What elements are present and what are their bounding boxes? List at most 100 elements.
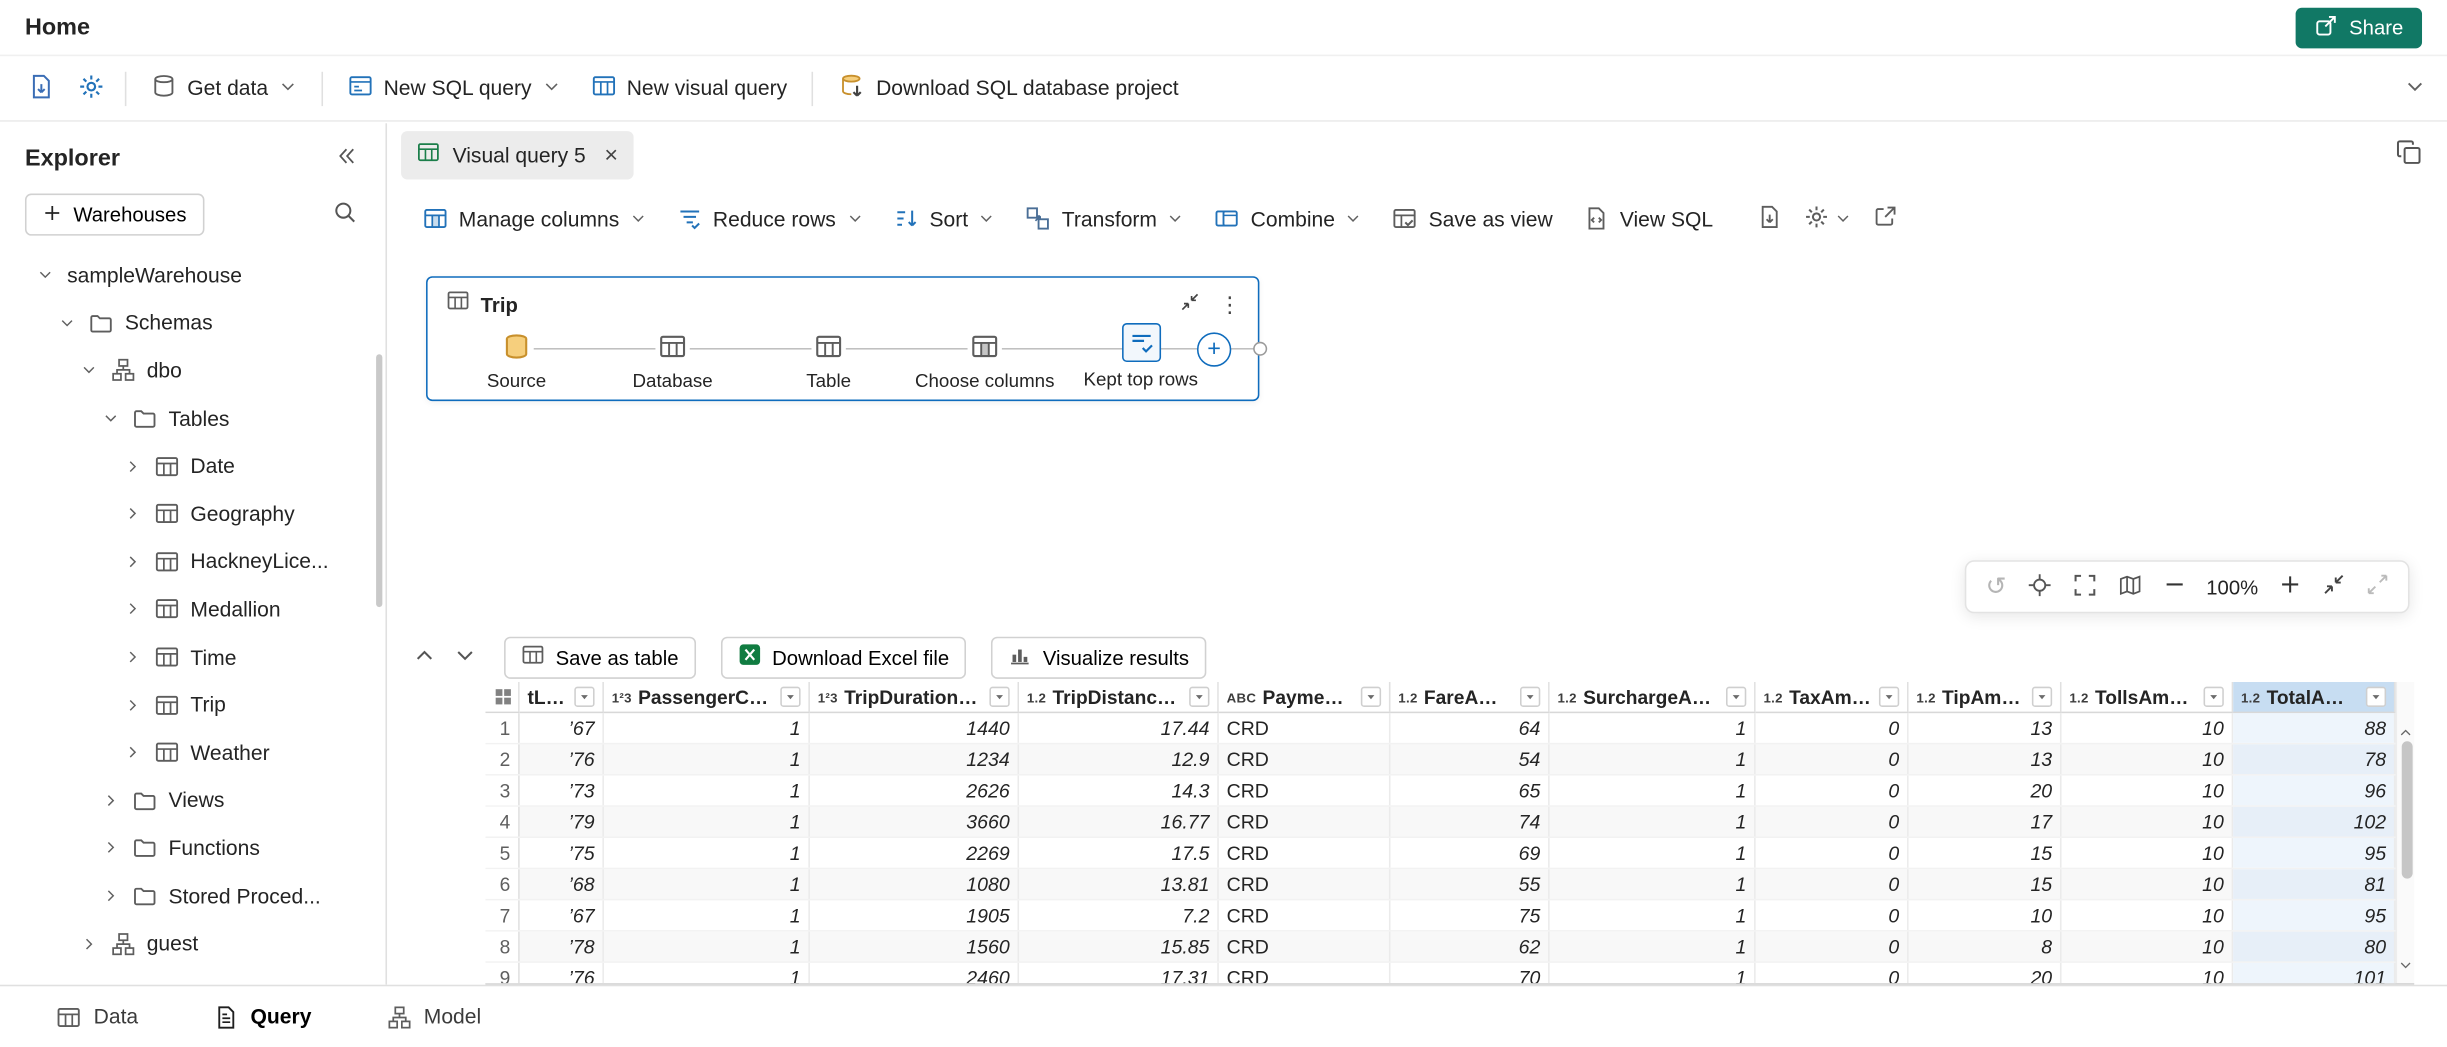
chevron-right-icon[interactable] <box>103 888 122 904</box>
column-header-tipamount[interactable]: 1.2TipAmount <box>1909 682 2062 713</box>
collapse-explorer-button[interactable] <box>332 142 360 175</box>
chevron-right-icon[interactable] <box>125 602 144 618</box>
manage-columns-button[interactable]: Manage columns <box>407 194 661 244</box>
visualize-results-button[interactable]: Visualize results <box>991 636 1206 678</box>
center-canvas-button[interactable] <box>2027 572 2052 602</box>
tree-item-medallion[interactable]: Medallion <box>0 585 385 633</box>
query-canvas[interactable]: Trip ⋮ SourceDatabaseTableChoose columns… <box>389 251 2447 632</box>
expand-canvas-button[interactable] <box>2366 573 2389 601</box>
tree-item-geography[interactable]: Geography <box>0 490 385 538</box>
step-choose-columns[interactable]: Choose columns <box>907 329 1063 391</box>
share-button[interactable]: Share <box>2296 7 2422 48</box>
tree-item-tables[interactable]: Tables <box>0 394 385 442</box>
column-header-passengercount[interactable]: 1²3PassengerCount <box>604 682 810 713</box>
tree-item-stored-proced[interactable]: Stored Proced... <box>0 872 385 920</box>
tree-item-hackneylice[interactable]: HackneyLice... <box>0 538 385 586</box>
scroll-down-arrow[interactable] <box>2397 952 2414 980</box>
chevron-down-icon[interactable] <box>37 267 56 283</box>
tree-item-dbo[interactable]: dbo <box>0 347 385 395</box>
download-sql-project-button[interactable]: Download SQL database project <box>823 63 1194 113</box>
chevron-right-icon[interactable] <box>125 506 144 522</box>
zoom-in-button[interactable] <box>2278 573 2301 601</box>
select-all-cell[interactable] <box>485 682 519 713</box>
download-excel-button[interactable]: Download Excel file <box>721 636 967 678</box>
row-number[interactable]: 6 <box>485 869 519 899</box>
zoom-out-button[interactable] <box>2163 573 2186 601</box>
collapse-results-button[interactable] <box>2322 573 2345 601</box>
tree-item-date[interactable]: Date <box>0 442 385 490</box>
export-script-button[interactable] <box>1757 204 1782 234</box>
minimap-button[interactable] <box>2117 572 2142 602</box>
filter-dropdown-surchargeamount[interactable] <box>1726 687 1746 707</box>
fit-to-screen-button[interactable] <box>2072 572 2097 602</box>
tree-item-functions[interactable]: Functions <box>0 824 385 872</box>
chevron-right-icon[interactable] <box>125 458 144 474</box>
copy-button[interactable] <box>2395 139 2422 170</box>
tree-item-views[interactable]: Views <box>0 776 385 824</box>
view-sql-button[interactable]: View SQL <box>1568 194 1728 244</box>
tree-item-schemas[interactable]: Schemas <box>0 299 385 347</box>
save-as-table-button[interactable]: Save as table <box>504 636 696 678</box>
step-database[interactable]: Database <box>595 329 751 391</box>
home-menu[interactable]: Home <box>25 14 90 41</box>
row-number[interactable]: 5 <box>485 838 519 868</box>
row-number[interactable]: 7 <box>485 900 519 930</box>
row-number[interactable]: 9 <box>485 963 519 985</box>
chevron-right-icon[interactable] <box>125 697 144 713</box>
filter-dropdown-tollsamount[interactable] <box>2204 687 2224 707</box>
filter-dropdown-tripdistancemiles[interactable] <box>1189 687 1209 707</box>
column-header-tlong[interactable]: tLong <box>520 682 604 713</box>
new-sql-query-button[interactable]: New SQL query <box>332 63 575 113</box>
filter-dropdown-tlong[interactable] <box>574 687 594 707</box>
add-warehouses-button[interactable]: Warehouses <box>25 194 204 236</box>
collapse-ribbon-button[interactable] <box>2405 76 2425 101</box>
chevron-down-icon[interactable] <box>103 411 122 427</box>
row-number[interactable]: 2 <box>485 744 519 774</box>
trip-query-node[interactable]: Trip ⋮ SourceDatabaseTableChoose columns… <box>426 276 1259 401</box>
node-menu-button[interactable]: ⋮ <box>1214 293 1245 315</box>
chevron-right-icon[interactable] <box>81 936 100 952</box>
step-source[interactable]: Source <box>439 329 595 391</box>
tree-item-weather[interactable]: Weather <box>0 729 385 777</box>
scrollbar-thumb[interactable] <box>2401 741 2412 878</box>
import-file-button[interactable] <box>16 65 66 112</box>
chevron-right-icon[interactable] <box>125 649 144 665</box>
column-header-tripdistancemiles[interactable]: 1.2TripDistanceMiles <box>1019 682 1219 713</box>
row-number[interactable]: 4 <box>485 807 519 837</box>
expand-results-up-button[interactable] <box>410 641 438 674</box>
chevron-right-icon[interactable] <box>125 745 144 761</box>
grid-vertical-scrollbar[interactable] <box>2395 682 2414 983</box>
filter-dropdown-paymenttype[interactable] <box>1361 687 1381 707</box>
search-button[interactable] <box>329 197 360 233</box>
view-tab-query[interactable]: Query <box>204 1003 321 1031</box>
chevron-right-icon[interactable] <box>125 554 144 570</box>
step-table[interactable]: Table <box>751 329 907 391</box>
chevron-right-icon[interactable] <box>103 840 122 856</box>
reduce-rows-button[interactable]: Reduce rows <box>661 194 878 244</box>
combine-button[interactable]: Combine <box>1199 194 1377 244</box>
add-step-button[interactable]: + <box>1197 332 1231 366</box>
view-tab-model[interactable]: Model <box>377 1003 491 1031</box>
collapse-node-button[interactable] <box>1178 290 1201 318</box>
get-data-button[interactable]: Get data <box>136 63 312 113</box>
sort-button[interactable]: Sort <box>878 194 1010 244</box>
filter-dropdown-passengercount[interactable] <box>780 687 800 707</box>
row-number[interactable]: 8 <box>485 932 519 962</box>
node-output-port[interactable] <box>1253 342 1267 356</box>
row-number[interactable]: 3 <box>485 776 519 806</box>
view-tab-data[interactable]: Data <box>47 1003 148 1031</box>
query-settings-button[interactable] <box>1804 204 1851 234</box>
column-header-tollsamount[interactable]: 1.2TollsAmount <box>2062 682 2234 713</box>
tab-visual-query-5[interactable]: Visual query 5 × <box>401 130 634 178</box>
transform-button[interactable]: Transform <box>1010 194 1199 244</box>
step-kept-top-rows[interactable]: Kept top rows <box>1063 329 1219 390</box>
tree-item-samplewarehouse[interactable]: sampleWarehouse <box>0 251 385 299</box>
new-visual-query-button[interactable]: New visual query <box>575 63 803 113</box>
column-header-totalamount[interactable]: 1.2TotalAmount <box>2233 682 2395 713</box>
tree-item-guest[interactable]: guest <box>0 920 385 968</box>
filter-dropdown-totalamount[interactable] <box>2366 687 2386 707</box>
column-header-taxamount[interactable]: 1.2TaxAmount <box>1756 682 1909 713</box>
chevron-right-icon[interactable] <box>103 793 122 809</box>
filter-dropdown-taxamount[interactable] <box>1879 687 1899 707</box>
filter-dropdown-tripdurationseconds[interactable] <box>989 687 1009 707</box>
